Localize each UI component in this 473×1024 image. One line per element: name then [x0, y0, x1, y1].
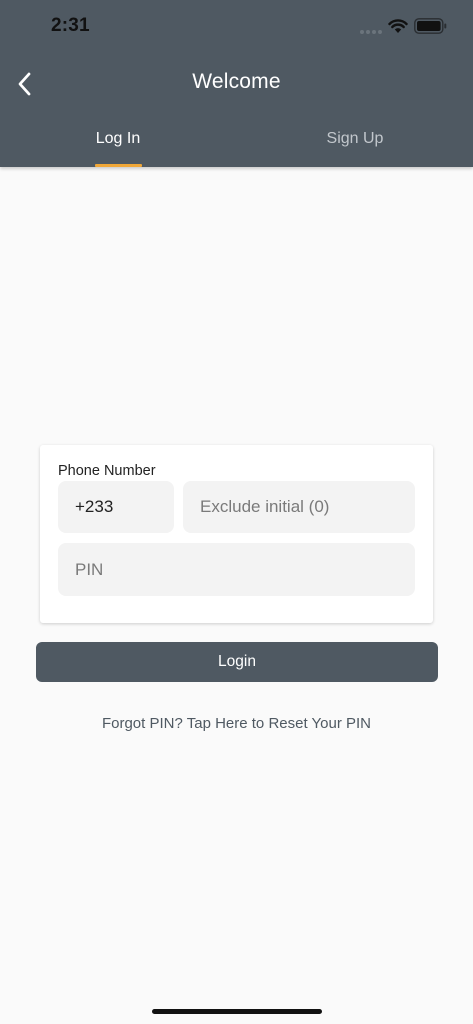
wifi-icon — [388, 19, 408, 33]
phone-number-label: Phone Number — [58, 463, 156, 479]
battery-icon — [414, 18, 447, 34]
phone-number-input[interactable] — [183, 481, 415, 533]
tab-sign-up[interactable]: Sign Up — [237, 120, 473, 167]
login-card: Phone Number — [40, 445, 433, 623]
home-indicator — [152, 1009, 322, 1014]
pin-input[interactable] — [58, 543, 415, 596]
tab-log-in[interactable]: Log In — [0, 120, 236, 167]
page-title: Welcome — [192, 70, 281, 93]
login-button[interactable]: Login — [36, 642, 438, 682]
cellular-signal-icon — [360, 30, 382, 34]
forgot-pin-link[interactable]: Forgot PIN? Tap Here to Reset Your PIN — [0, 715, 473, 732]
app-header: 2:31 Welcome Log In Sign Up — [0, 0, 473, 167]
active-tab-indicator — [95, 164, 142, 167]
country-code-input[interactable] — [58, 481, 174, 533]
status-time: 2:31 — [51, 15, 90, 36]
